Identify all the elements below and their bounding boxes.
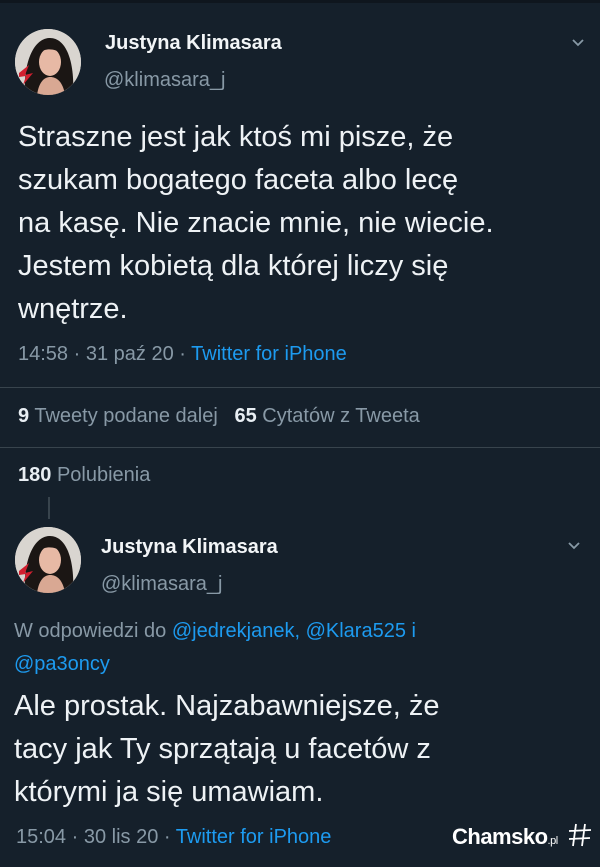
quotes-link[interactable]: 65 Cytatów z Tweeta (234, 405, 419, 427)
tweet-time[interactable]: 14:58 (18, 343, 68, 365)
tweet-meta: 14:58 · 31 paź 20 · Twitter for iPhone (18, 343, 347, 366)
tweet-date[interactable]: 30 lis 20 (84, 826, 159, 848)
author-name[interactable]: Justyna Klimasara (105, 32, 282, 55)
reply-text: Ale prostak. Najzabawniejsze, że tacy ja… (14, 685, 440, 814)
chevron-down-icon[interactable] (570, 37, 586, 49)
thread-line (48, 497, 50, 519)
tweet-source[interactable]: Twitter for iPhone (176, 826, 332, 848)
tweet-text: Straszne jest jak ktoś mi pisze, że szuk… (18, 116, 494, 331)
engagement-stats: 9 Tweety podane dalej 65 Cytatów z Tweet… (18, 405, 420, 428)
tweet-text-line: Straszne jest jak ktoś mi pisze, że (18, 121, 454, 153)
avatar[interactable] (15, 29, 81, 95)
author-handle[interactable]: @klimasara_j (104, 69, 225, 92)
retweets-label: Tweety podane dalej (34, 405, 218, 427)
author-handle[interactable]: @klimasara_j (101, 573, 222, 596)
avatar-photo (15, 29, 81, 95)
meta-separator: · (73, 343, 81, 365)
divider (0, 387, 600, 388)
watermark-domain: .pl (547, 835, 559, 847)
avatar-photo (15, 527, 81, 593)
tweet-time[interactable]: 15:04 (16, 826, 66, 848)
quotes-label: Cytatów z Tweeta (262, 405, 420, 427)
likes-stat[interactable]: 180 Polubienia (18, 464, 150, 487)
watermark: Chamsko.pl (452, 824, 558, 850)
mention-conjunction: i (411, 620, 416, 642)
tweet-text-line: na kasę. Nie znacie mnie, nie wiecie. (18, 207, 494, 239)
chevron-down-icon[interactable] (566, 540, 582, 552)
tweet-meta: 15:04 · 30 lis 20 · Twitter for iPhone (16, 826, 331, 849)
likes-count: 180 (18, 464, 52, 486)
author-name[interactable]: Justyna Klimasara (101, 536, 278, 559)
mention-link[interactable]: @jedrekjanek, (172, 620, 300, 642)
top-edge (0, 0, 600, 3)
tweet-text-line: którymi ja się umawiam. (14, 776, 324, 808)
divider (0, 447, 600, 448)
hash-logo-icon (568, 823, 592, 847)
reply-context: W odpowiedzi do @jedrekjanek, @Klara525 … (14, 615, 574, 681)
tweet-source[interactable]: Twitter for iPhone (191, 343, 347, 365)
reply-prefix: W odpowiedzi do (14, 620, 167, 642)
tweet-text-line: tacy jak Ty sprzątają u facetów z (14, 733, 431, 765)
likes-label: Polubienia (56, 464, 151, 486)
mention-link[interactable]: @Klara525 (306, 620, 406, 642)
avatar[interactable] (15, 527, 81, 593)
tweet-text-line: wnętrze. (18, 293, 128, 325)
tweet-text-line: Ale prostak. Najzabawniejsze, że (14, 690, 440, 722)
retweets-link[interactable]: 9 Tweety podane dalej (18, 405, 218, 427)
tweet-text-line: Jestem kobietą dla której liczy się (18, 250, 449, 282)
retweets-count: 9 (18, 405, 30, 427)
quotes-count: 65 (234, 405, 257, 427)
watermark-brand: Chamsko (452, 824, 548, 849)
mention-link[interactable]: @pa3oncy (14, 653, 110, 675)
meta-separator: · (71, 826, 79, 848)
tweet-text-line: szukam bogatego faceta albo lecę (18, 164, 459, 196)
meta-separator: · (179, 343, 186, 365)
tweet-date[interactable]: 31 paź 20 (86, 343, 174, 365)
meta-separator: · (163, 826, 171, 848)
